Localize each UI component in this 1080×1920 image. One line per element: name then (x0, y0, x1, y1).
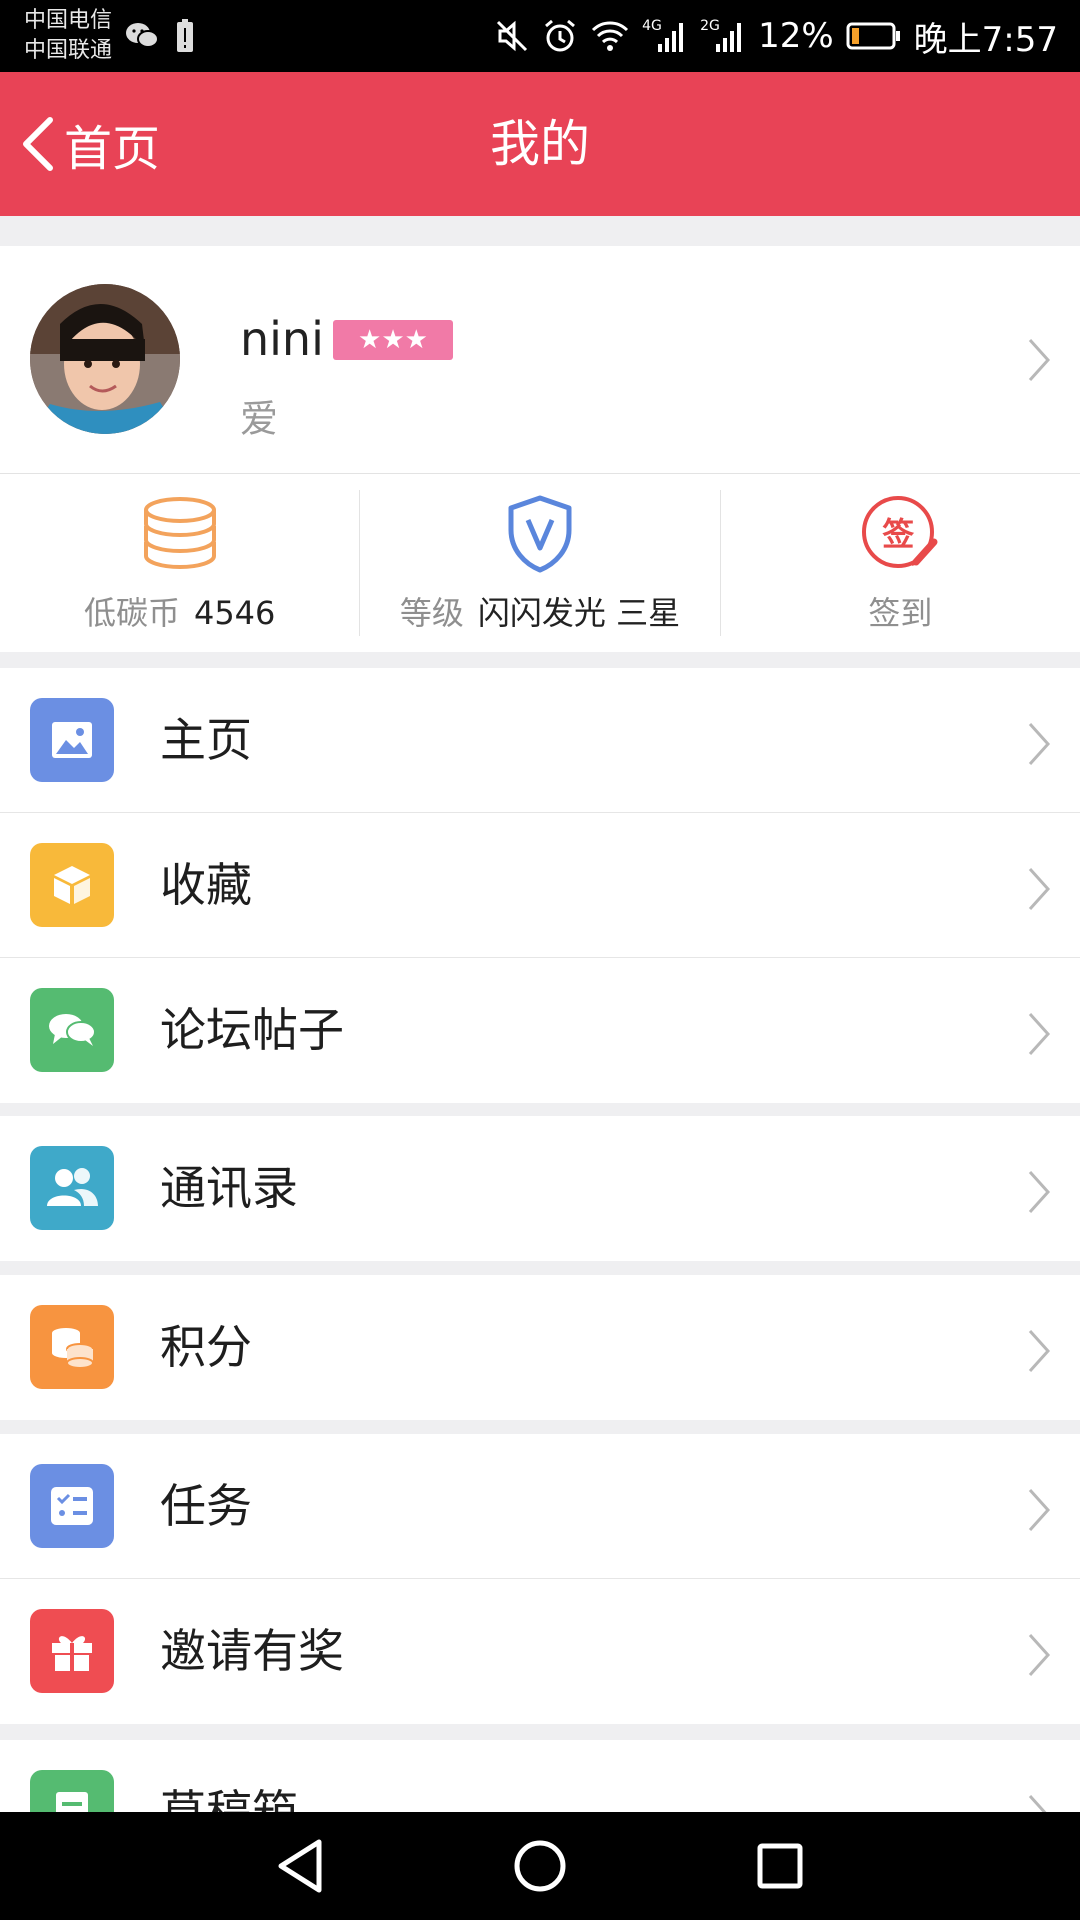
battery-icon (846, 22, 900, 50)
menu-item-favorites[interactable]: 收藏 (0, 813, 1080, 958)
chat-bubbles-icon (30, 988, 114, 1072)
chevron-right-icon (1028, 1012, 1051, 1056)
carrier-1: 中国电信 (24, 8, 113, 33)
menu-group-1: 主页 收藏 论坛帖子 (0, 668, 1080, 1103)
chevron-right-icon (1028, 722, 1051, 766)
menu-item-tasks[interactable]: 任务 (0, 1434, 1080, 1579)
carrier-2: 中国联通 (24, 38, 113, 63)
status-icons: 4G 2G 12% 晚上7:57 (494, 0, 1058, 72)
menu-item-invite-rewards[interactable]: 邀请有奖 (0, 1579, 1080, 1724)
clock: 晚上7:57 (913, 19, 1058, 60)
signal-2g-icon: 2G (700, 18, 746, 54)
circle-home-icon (514, 1840, 566, 1892)
gift-icon (30, 1609, 114, 1693)
wechat-icon (126, 23, 159, 48)
menu-group-3: 积分 (0, 1275, 1080, 1420)
level-stat[interactable]: 等级 闪闪发光 三星 (359, 490, 719, 636)
chevron-right-icon (1028, 1794, 1047, 1812)
box-icon (30, 843, 114, 927)
contacts-icon (30, 1146, 114, 1230)
menu-label: 任务 (160, 1479, 252, 1533)
menu-label: 邀请有奖 (160, 1624, 344, 1678)
level-label: 等级 (399, 594, 464, 632)
level-value: 闪闪发光 三星 (477, 594, 681, 632)
battery-percent: 12% (758, 16, 834, 56)
menu-item-drafts[interactable]: 草稿箱 (0, 1740, 1080, 1812)
carrier-labels: 中国电信 中国联通 (24, 6, 112, 66)
menu-group-5: 草稿箱 (0, 1740, 1080, 1812)
chevron-right-icon (1028, 1329, 1051, 1373)
menu-item-points[interactable]: 积分 (0, 1275, 1080, 1420)
app-header: 首页 我的 (0, 72, 1080, 216)
wifi-icon (592, 21, 629, 51)
chevron-right-icon (1028, 1170, 1051, 1214)
menu-item-contacts[interactable]: 通讯录 (0, 1116, 1080, 1261)
chevron-right-icon (1028, 1633, 1051, 1677)
nav-back-button[interactable] (265, 1831, 335, 1901)
notification-icons (124, 18, 196, 54)
chevron-right-icon (1028, 867, 1051, 911)
image-icon (30, 698, 114, 782)
checkin-label: 签到 (868, 594, 933, 632)
system-nav-bar (0, 1812, 1080, 1920)
menu-item-forum-posts[interactable]: 论坛帖子 (0, 958, 1080, 1103)
star-rating-badge: ★★★ (333, 320, 453, 360)
menu-group-4: 任务 邀请有奖 (0, 1434, 1080, 1724)
coins-stat[interactable]: 低碳币 4546 (0, 474, 359, 652)
nav-home-button[interactable] (505, 1831, 575, 1901)
task-list-icon (30, 1464, 114, 1548)
menu-label: 通讯录 (160, 1161, 298, 1215)
profile-card[interactable]: nini ★★★ 爱 (0, 246, 1080, 474)
status-bar: 中国电信 中国联通 4G 2G 12% 晚上7:57 (0, 0, 1080, 72)
coins-icon (30, 1305, 114, 1389)
mute-icon (497, 20, 528, 52)
chevron-right-icon (1028, 1488, 1051, 1532)
battery-alert-icon (177, 19, 193, 52)
coins-stack-icon (143, 497, 216, 570)
alarm-icon (545, 19, 576, 52)
user-bio: 爱 (240, 397, 279, 441)
menu-label: 草稿箱 (160, 1785, 298, 1812)
stats-bar: 低碳币 4546 等级 闪闪发光 三星 签 签到 (0, 474, 1080, 652)
menu-item-home[interactable]: 主页 (0, 668, 1080, 813)
chevron-right-icon (1028, 338, 1051, 382)
document-icon (30, 1770, 114, 1812)
triangle-back-icon (278, 1839, 322, 1893)
signal-4g-icon: 4G (642, 18, 688, 54)
avatar[interactable] (30, 284, 180, 434)
coins-label: 低碳币 (83, 594, 180, 632)
username: nini (240, 312, 324, 366)
menu-label: 主页 (160, 713, 252, 767)
menu-label: 积分 (160, 1320, 252, 1374)
nav-recents-button[interactable] (745, 1831, 815, 1901)
coins-value: 4546 (193, 594, 276, 632)
menu-group-2: 通讯录 (0, 1116, 1080, 1261)
checkin-stat[interactable]: 签 签到 (719, 490, 1080, 636)
menu-label: 收藏 (160, 858, 252, 912)
menu-label: 论坛帖子 (160, 1003, 344, 1057)
checkin-icon-char: 签 (882, 515, 915, 553)
shield-icon (508, 495, 572, 573)
square-recents-icon (757, 1843, 803, 1889)
page-title: 我的 (490, 115, 590, 173)
